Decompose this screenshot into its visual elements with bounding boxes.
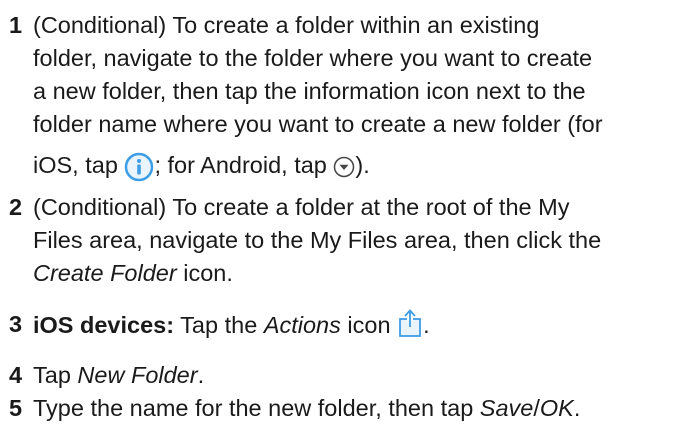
create-folder-label: Create Folder — [33, 260, 177, 286]
step-1: 1 (Conditional) To create a folder withi… — [0, 9, 694, 189]
step-4-text: Tap — [33, 362, 78, 388]
step-2-end: icon. — [176, 260, 233, 286]
step-number: 5 — [9, 395, 23, 421]
step-2: 2 (Conditional) To create a folder at th… — [0, 191, 694, 290]
step-number: 4 — [9, 362, 23, 388]
step-number: 1 — [9, 12, 23, 38]
actions-label: Actions — [263, 312, 341, 338]
step-4-line-1: Tap New Folder. — [33, 359, 683, 392]
android-tap-text: ; for Android, tap — [154, 152, 334, 178]
step-number: 3 — [9, 311, 23, 337]
new-folder-label: New Folder — [77, 362, 198, 388]
step-3-end: . — [423, 312, 430, 338]
step-3-line-1: iOS devices: Tap the Actions icon . — [33, 301, 683, 349]
step-1-line-1: (Conditional) To create a folder within … — [33, 12, 540, 38]
step-4-end: . — [197, 362, 205, 388]
step-4: 4 Tap New Folder. — [0, 359, 694, 392]
save-label: Save — [479, 395, 534, 421]
step-3: 3 iOS devices: Tap the Actions icon . — [0, 301, 694, 349]
step-1-line-5: iOS, tap ; for Android, tap ). — [33, 141, 683, 189]
step-5-text: Type the name for the new folder, then t… — [33, 395, 480, 421]
step-1-line-3: a new folder, then tap the information i… — [33, 78, 586, 104]
step-5: 5 Type the name for the new folder, then… — [0, 392, 694, 425]
step-1-line-2: folder, navigate to the folder where you… — [33, 45, 593, 71]
step-3-icon-text: icon — [340, 312, 398, 338]
step-2-line-1: (Conditional) To create a folder at the … — [33, 194, 570, 220]
step-number: 2 — [9, 194, 23, 220]
ios-tap-text: iOS, tap — [33, 152, 125, 178]
step-1-line-4: folder name where you want to create a n… — [33, 111, 603, 137]
ios-devices-label: iOS devices: — [33, 312, 175, 338]
ok-label: OK — [539, 395, 574, 421]
step-5-line-1: Type the name for the new folder, then t… — [33, 392, 683, 425]
chevron-down-circle-icon — [333, 156, 355, 178]
step-2-line-2: Files area, navigate to the My Files are… — [33, 227, 602, 253]
step-2-line-3: Create Folder icon. — [33, 257, 683, 290]
info-circle-icon — [124, 152, 154, 182]
step-3-text: Tap the — [174, 312, 264, 338]
share-upload-icon — [397, 308, 423, 338]
steps-list: 1 (Conditional) To create a folder withi… — [0, 0, 694, 430]
step-5-end: . — [573, 395, 581, 421]
step-1-end: ). — [355, 152, 370, 178]
